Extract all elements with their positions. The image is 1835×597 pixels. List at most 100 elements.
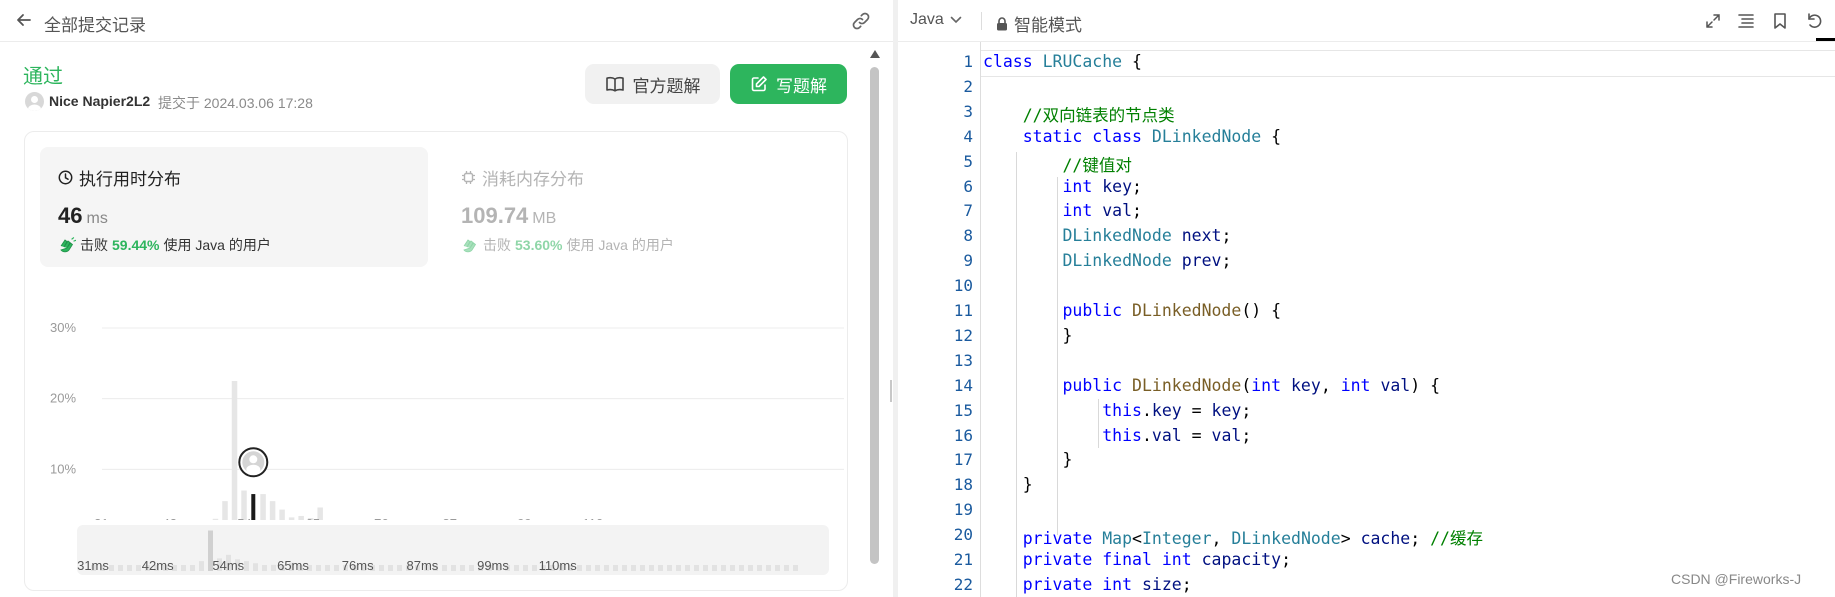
scroll-up-arrow-icon[interactable] — [870, 50, 880, 58]
bookmark-icon[interactable] — [1770, 11, 1790, 31]
slider-bar — [793, 565, 798, 571]
code-token: int — [1062, 176, 1093, 196]
expand-icon[interactable] — [1703, 11, 1723, 31]
memory-title: 消耗内存分布 — [461, 165, 584, 190]
code-line[interactable]: private Map<Integer, DLinkedNode> cache;… — [983, 525, 1483, 549]
runtime-range-slider[interactable]: 31ms 42ms 54ms 65ms 76ms 87ms 99ms 110ms — [77, 525, 829, 575]
slider-bar — [109, 565, 114, 571]
code-line[interactable]: static class DLinkedNode { — [983, 127, 1281, 146]
slider-tick-label: 42ms — [142, 558, 174, 573]
code-line[interactable]: DLinkedNode prev; — [983, 251, 1231, 270]
bar[interactable] — [231, 381, 238, 520]
bar[interactable] — [269, 501, 276, 520]
code-token: public — [1062, 301, 1123, 320]
reset-icon[interactable] — [1804, 11, 1824, 31]
code-line[interactable]: class LRUCache { — [983, 52, 1142, 71]
code-line[interactable]: } — [983, 326, 1072, 345]
slider-tick-label: 76ms — [342, 558, 374, 573]
official-solution-button[interactable]: 官方题解 — [585, 64, 720, 104]
slider-bar — [631, 565, 636, 571]
code-token: cache — [1360, 529, 1411, 549]
code-token: Integer — [1141, 529, 1212, 549]
editor-mode[interactable]: 智能模式 — [996, 11, 1082, 36]
code-line[interactable]: public DLinkedNode() { — [983, 301, 1281, 320]
slider-bar — [784, 565, 789, 571]
code-line[interactable]: } — [983, 475, 1033, 494]
line-number: 18 — [953, 475, 973, 495]
code-line[interactable]: private final int capacity; — [983, 550, 1291, 569]
verdict-status: 通过 — [23, 66, 63, 88]
slider-bar — [325, 565, 330, 571]
x-tick-label: 65ms — [306, 516, 338, 520]
slider-bar — [658, 565, 663, 571]
x-tick-label: 31ms — [94, 516, 126, 520]
panel-resize-handle[interactable] — [890, 380, 892, 402]
code-line[interactable]: DLinkedNode next; — [983, 226, 1231, 245]
user-avatar-icon — [28, 96, 41, 111]
write-solution-button[interactable]: 写题解 — [730, 64, 847, 104]
bar[interactable] — [212, 518, 219, 520]
code-token: public — [1062, 375, 1123, 395]
memory-beat: 击败 53.60% 使用 Java 的用户 — [461, 235, 674, 255]
slider-bar — [469, 565, 474, 571]
left-scrollbar-thumb[interactable] — [870, 67, 879, 564]
code-line[interactable]: //双向链表的节点类 — [983, 102, 1175, 126]
slider-tick-label: 87ms — [407, 558, 439, 573]
bar[interactable] — [279, 509, 285, 520]
bar[interactable] — [222, 501, 228, 520]
code-line[interactable]: this.key = key; — [983, 401, 1251, 420]
code-line[interactable]: int val; — [983, 201, 1142, 220]
code-token: key — [1291, 375, 1321, 395]
memory-value: 109.74 MB — [461, 203, 556, 229]
code-token: val — [1102, 201, 1133, 221]
arrow-left-icon[interactable] — [14, 10, 34, 30]
format-icon[interactable] — [1736, 11, 1756, 31]
app-root: 全部提交记录 通过 Nice Napier2L2 提交于 2024.03.06 … — [0, 0, 1835, 597]
chip-icon — [462, 171, 475, 184]
code-token: class — [983, 52, 1033, 71]
slider-bar — [613, 565, 618, 571]
code-token: //缓存 — [1430, 529, 1483, 549]
runtime-distribution-chart[interactable]: 30%20%10%0%31ms42ms54ms65ms76ms87ms99ms1… — [24, 270, 844, 520]
code-token: . — [1141, 425, 1152, 445]
y-tick-label: 30% — [50, 320, 76, 335]
runtime-stat-tab[interactable]: 执行用时分布 46 ms 击败 59.44% 使用 Java 的用户 — [40, 147, 428, 267]
link-icon[interactable] — [850, 10, 872, 32]
code-line[interactable]: } — [983, 450, 1072, 469]
code-line[interactable]: int key; — [983, 177, 1142, 196]
line-number: 5 — [963, 151, 973, 171]
code-token: private int — [1022, 574, 1133, 594]
slider-bar — [253, 563, 258, 571]
code-area[interactable]: class LRUCache { //双向链表的节点类 static class… — [980, 42, 1835, 597]
line-number: 9 — [963, 251, 973, 271]
user-avatar[interactable] — [25, 92, 44, 111]
overview-ruler-cursor — [1816, 38, 1835, 41]
all-submissions-link[interactable]: 全部提交记录 — [44, 11, 146, 36]
slider-bar — [766, 565, 771, 571]
bar[interactable] — [288, 517, 295, 520]
memory-stat-tab[interactable]: 消耗内存分布 109.74 MB 击败 53.60% 使用 Java 的用户 — [443, 147, 831, 267]
slider-bar — [181, 565, 186, 571]
code-line[interactable]: this.val = val; — [983, 426, 1251, 445]
language-select[interactable]: Java — [910, 11, 962, 29]
slider-bar — [739, 565, 744, 571]
y-tick-label: 10% — [50, 461, 76, 476]
username[interactable]: Nice Napier2L2 — [49, 93, 150, 109]
code-line[interactable]: public DLinkedNode(int key, int val) { — [983, 376, 1440, 395]
slider-tick-label: 31ms — [77, 558, 109, 573]
slider-bar — [532, 565, 537, 571]
runtime-title: 执行用时分布 — [58, 165, 181, 190]
slider-bar — [748, 565, 753, 571]
slider-bar — [127, 565, 132, 571]
line-number: 4 — [963, 126, 973, 146]
code-line[interactable]: private int size; — [983, 575, 1192, 594]
bar[interactable] — [298, 515, 304, 520]
code-line[interactable]: //键值对 — [983, 152, 1131, 176]
user-marker-avatar — [238, 447, 269, 478]
